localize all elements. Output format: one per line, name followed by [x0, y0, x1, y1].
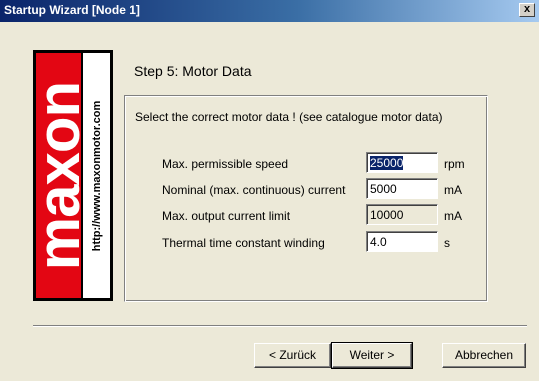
step-title: Step 5: Motor Data	[134, 63, 252, 79]
maxon-logo: maxon http://www.maxonmotor.com	[33, 50, 113, 301]
logo-url-panel: http://www.maxonmotor.com	[83, 53, 110, 298]
logo-brand-text: maxon	[36, 81, 81, 270]
cancel-button[interactable]: Abbrechen	[442, 343, 526, 368]
max-speed-unit: rpm	[444, 157, 465, 171]
thermal-time-constant-label: Thermal time constant winding	[162, 236, 325, 250]
nominal-current-input[interactable]: 5000	[366, 178, 438, 199]
nominal-current-unit: mA	[444, 183, 462, 197]
thermal-time-constant-input[interactable]: 4.0	[366, 231, 438, 252]
logo-brand-panel: maxon	[36, 53, 81, 298]
output-current-limit-label: Max. output current limit	[162, 209, 291, 223]
next-button[interactable]: Weiter >	[331, 342, 413, 369]
max-speed-value: 25000	[370, 156, 404, 170]
back-button[interactable]: < Zurück	[254, 343, 331, 368]
window-title: Startup Wizard [Node 1]	[4, 3, 140, 17]
title-bar[interactable]: Startup Wizard [Node 1] x	[0, 0, 539, 22]
nominal-current-value: 5000	[370, 182, 397, 196]
output-current-limit-field: 10000	[366, 204, 438, 225]
thermal-time-constant-unit: s	[444, 236, 450, 250]
output-current-limit-value: 10000	[370, 208, 404, 222]
startup-wizard-window: Startup Wizard [Node 1] x maxon http://w…	[0, 0, 539, 381]
logo-url-text: http://www.maxonmotor.com	[90, 100, 103, 251]
thermal-time-constant-value: 4.0	[370, 235, 387, 249]
instruction-text: Select the correct motor data ! (see cat…	[135, 110, 443, 124]
max-speed-input[interactable]: 25000	[366, 152, 438, 173]
button-divider	[33, 325, 527, 327]
nominal-current-label: Nominal (max. continuous) current	[162, 183, 346, 197]
max-speed-label: Max. permissible speed	[162, 157, 289, 171]
output-current-limit-unit: mA	[444, 209, 462, 223]
close-button[interactable]: x	[519, 3, 535, 17]
